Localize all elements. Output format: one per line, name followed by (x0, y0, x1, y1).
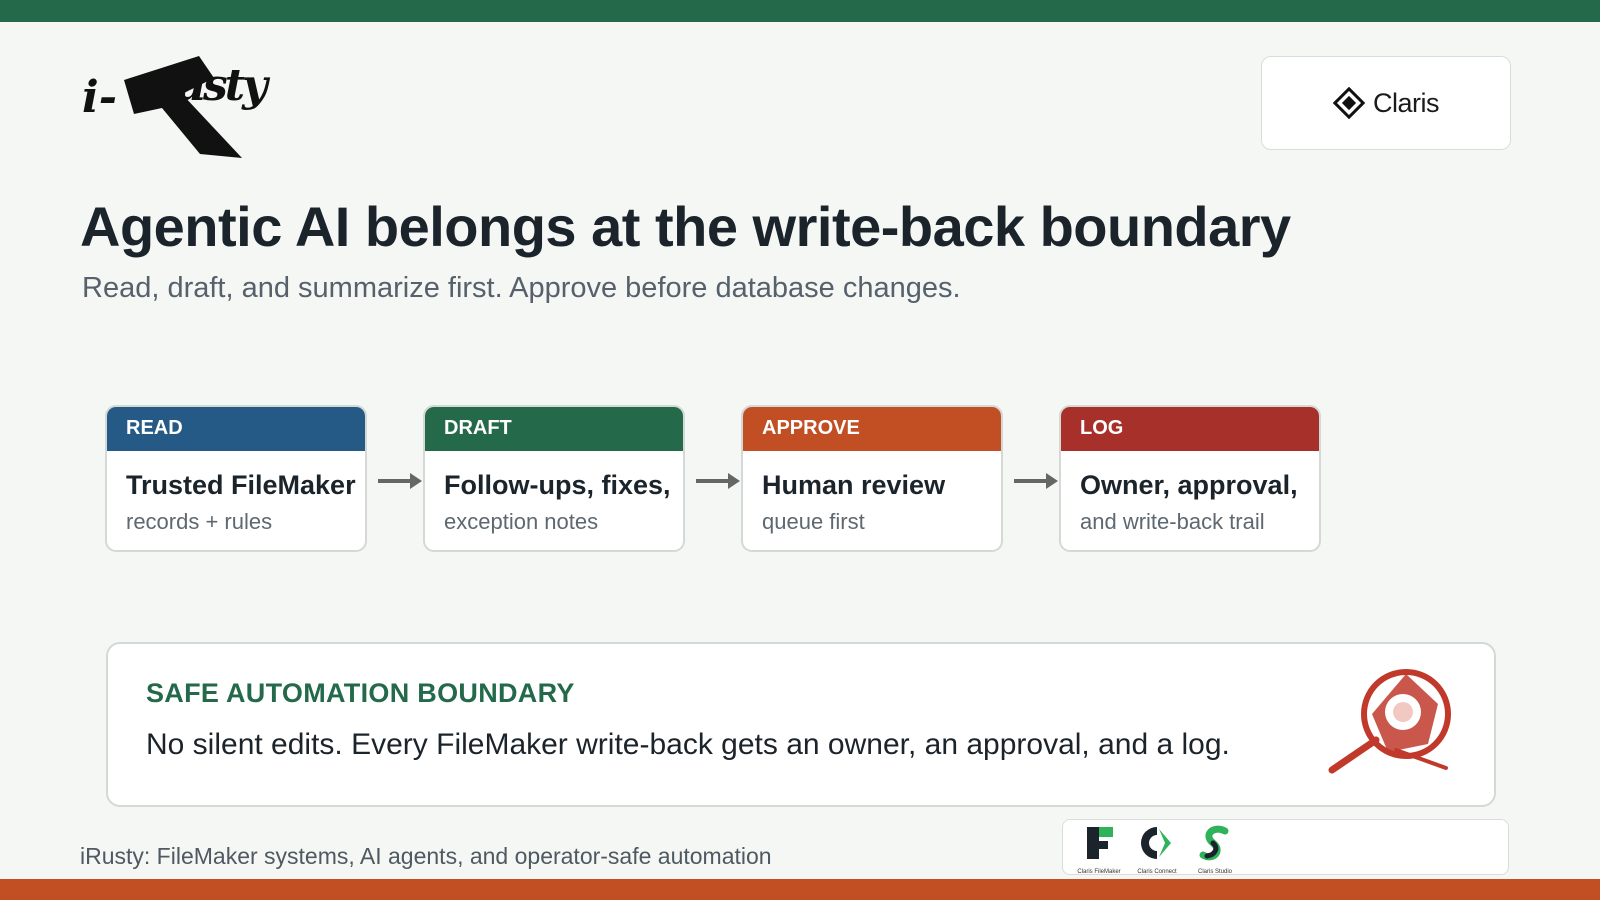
claris-logo-icon (1332, 87, 1365, 119)
top-accent-bar (0, 0, 1600, 22)
step-subtitle: and write-back trail (1080, 509, 1265, 534)
magnifier-icon (1328, 669, 1451, 774)
step-tag: LOG (1061, 407, 1319, 451)
step-card-approve: APPROVE Human review queue first (741, 405, 1003, 552)
claris-brand-box: Claris (1261, 56, 1511, 150)
claris-connect-icon (1141, 827, 1171, 859)
svg-text:usty: usty (174, 60, 271, 111)
svg-text:i-: i- (82, 72, 117, 123)
step-card-draft: DRAFT Follow-ups, fixes, exception notes (423, 405, 685, 552)
step-tag: READ (107, 407, 365, 451)
step-tag: APPROVE (743, 407, 1001, 451)
page-subtitle: Read, draft, and summarize first. Approv… (82, 272, 961, 304)
bottom-accent-bar (0, 879, 1600, 900)
irusty-logo: i- usty (82, 50, 272, 162)
product-name: Claris FileMaker (1077, 869, 1121, 875)
product-claris-studio: Claris Studio (1185, 823, 1245, 875)
callout-text: No silent edits. Every FileMaker write-b… (146, 728, 1230, 761)
product-claris-connect: Claris Connect (1127, 823, 1187, 875)
step-subtitle: records + rules (126, 509, 273, 534)
product-name: Claris Connect (1137, 869, 1177, 875)
arrow-right-icon (696, 473, 740, 489)
step-card-log: LOG Owner, approval, and write-back trai… (1059, 405, 1321, 552)
filemaker-icon (1087, 827, 1113, 859)
step-subtitle: exception notes (444, 509, 599, 534)
step-title: Human review (762, 470, 946, 500)
claris-name: Claris (1372, 87, 1440, 118)
safe-automation-callout: SAFE AUTOMATION BOUNDARY No silent edits… (106, 642, 1496, 807)
claris-product-strip: Claris FileMaker Claris Connect Claris S… (1062, 819, 1509, 875)
product-name: Claris Studio (1197, 869, 1232, 875)
irusty-wordmark: i- usty (82, 60, 272, 123)
step-title: Trusted FileMaker (126, 470, 356, 500)
footer-tagline: iRusty: FileMaker systems, AI agents, an… (80, 843, 772, 869)
step-card-read: READ Trusted FileMaker records + rules (105, 405, 367, 552)
arrow-right-icon (378, 473, 422, 489)
arrow-right-icon (1014, 473, 1058, 489)
callout-label: SAFE AUTOMATION BOUNDARY (146, 678, 575, 708)
product-filemaker: Claris FileMaker (1069, 823, 1129, 875)
step-subtitle: queue first (762, 509, 865, 534)
step-tag: DRAFT (425, 407, 683, 451)
claris-studio-icon (1199, 825, 1229, 861)
step-title: Follow-ups, fixes, (444, 470, 671, 500)
step-title: Owner, approval, (1080, 470, 1298, 500)
page-title: Agentic AI belongs at the write-back bou… (80, 195, 1291, 258)
